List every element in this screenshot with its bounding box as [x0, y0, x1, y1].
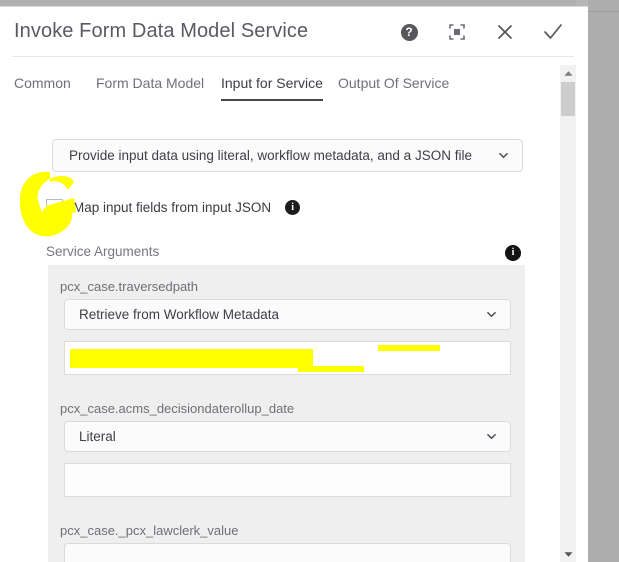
- input-mode-select[interactable]: Provide input data using literal, workfl…: [52, 139, 523, 172]
- arg-source-select-traversedpath[interactable]: Retrieve from Workflow Metadata: [64, 299, 511, 330]
- screen-root: Invoke Form Data Model Service ? Common …: [0, 0, 619, 562]
- arg-value-input-decisiondaterollup[interactable]: [64, 463, 511, 497]
- arg-source-select-lawclerk[interactable]: [64, 543, 511, 562]
- tab-bar: Common Form Data Model Input for Service…: [0, 75, 560, 109]
- scrollbar-thumb[interactable]: [561, 82, 575, 116]
- arg-source-value-traversedpath: Retrieve from Workflow Metadata: [79, 307, 280, 322]
- page-title: Invoke Form Data Model Service: [14, 20, 309, 42]
- info-icon[interactable]: [285, 200, 301, 215]
- invoke-service-dialog: Invoke Form Data Model Service ? Common …: [0, 7, 588, 562]
- map-json-checkbox[interactable]: [46, 199, 63, 216]
- close-button[interactable]: [492, 19, 518, 45]
- tab-input-for-service[interactable]: Input for Service: [221, 75, 323, 101]
- chevron-down-icon: [487, 310, 496, 319]
- service-arguments-panel: pcx_case.traversedpath Retrieve from Wor…: [48, 265, 525, 562]
- scroll-up-button[interactable]: [560, 65, 576, 81]
- map-json-checkbox-row: Map input fields from input JSON: [46, 199, 301, 216]
- help-button[interactable]: [396, 19, 422, 45]
- map-json-checkbox-label: Map input fields from input JSON: [73, 200, 272, 215]
- check-icon: [544, 24, 562, 39]
- help-icon: [400, 23, 418, 41]
- tab-common[interactable]: Common: [14, 75, 71, 101]
- dialog-body: Provide input data using literal, workfl…: [0, 115, 560, 562]
- dialog-header-actions: [396, 19, 566, 45]
- page-backdrop-right: [588, 0, 619, 562]
- close-icon: [498, 25, 512, 39]
- arg-label-lawclerk: pcx_case._pcx_lawclerk_value: [60, 523, 239, 538]
- input-mode-select-value: Provide input data using literal, workfl…: [69, 148, 472, 163]
- caret-up-icon: [563, 70, 573, 76]
- caret-down-icon: [563, 551, 573, 557]
- scroll-down-button[interactable]: [560, 546, 576, 562]
- service-arguments-info-icon[interactable]: [505, 245, 521, 261]
- arg-label-decisiondaterollup: pcx_case.acms_decisiondaterollup_date: [60, 401, 295, 416]
- page-backdrop-seam: [588, 11, 619, 12]
- arg-source-select-decisiondaterollup[interactable]: Literal: [64, 421, 511, 452]
- fullscreen-button[interactable]: [444, 19, 470, 45]
- confirm-button[interactable]: [540, 19, 566, 45]
- page-backdrop-corner: [576, 0, 588, 6]
- vertical-scrollbar[interactable]: [560, 65, 576, 562]
- arg-source-value-decisiondaterollup: Literal: [79, 429, 116, 444]
- arg-value-input-traversedpath[interactable]: [64, 341, 511, 375]
- fullscreen-icon: [449, 24, 465, 40]
- dialog-header: Invoke Form Data Model Service: [0, 7, 588, 56]
- arg-label-traversedpath: pcx_case.traversedpath: [60, 279, 199, 294]
- service-arguments-heading: Service Arguments: [46, 244, 160, 259]
- tab-output-of-service[interactable]: Output Of Service: [338, 75, 449, 101]
- tab-form-data-model[interactable]: Form Data Model: [96, 75, 204, 101]
- chevron-down-icon: [499, 151, 508, 160]
- header-divider: [12, 56, 574, 57]
- chevron-down-icon: [487, 432, 496, 441]
